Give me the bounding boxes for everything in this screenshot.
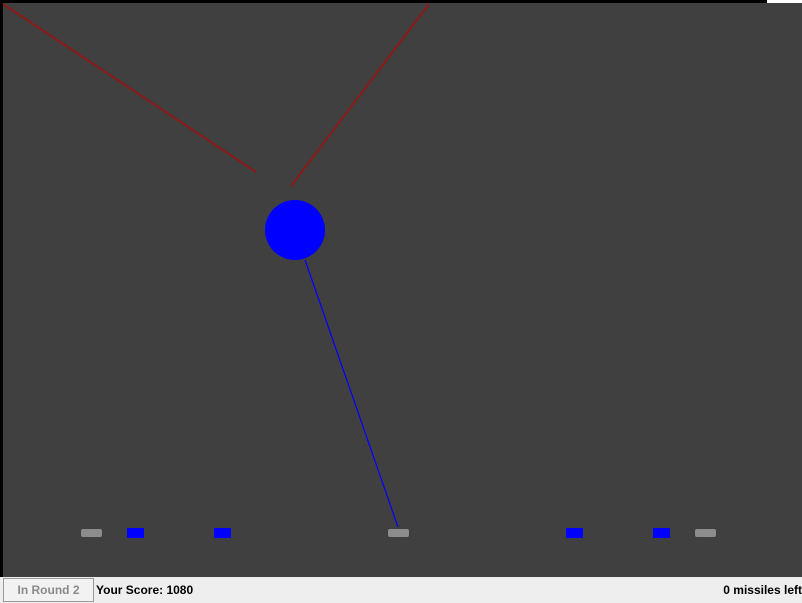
missiles-left-label: 0 missiles left [723, 583, 802, 597]
enemy-missile-trail [290, 3, 430, 187]
ground-target-active [566, 528, 583, 538]
status-bar: In Round 2 Your Score: 1080 0 missiles l… [0, 577, 802, 603]
game-window: In Round 2 Your Score: 1080 0 missiles l… [0, 0, 802, 603]
ground-target-active [214, 528, 231, 538]
enemy-missile-trail [3, 3, 257, 173]
score-label: Your Score: 1080 [96, 583, 194, 597]
game-canvas[interactable] [3, 3, 802, 577]
ground-target-destroyed [695, 529, 716, 537]
ground-target-destroyed [81, 529, 102, 537]
ground-target-destroyed [388, 529, 409, 537]
explosion-circle [265, 200, 325, 260]
ground-targets [81, 528, 716, 538]
ground-target-active [653, 528, 670, 538]
player-missile-trail [304, 259, 399, 528]
round-indicator-button[interactable]: In Round 2 [3, 578, 94, 602]
ground-target-active [127, 528, 144, 538]
game-scene [3, 3, 716, 538]
